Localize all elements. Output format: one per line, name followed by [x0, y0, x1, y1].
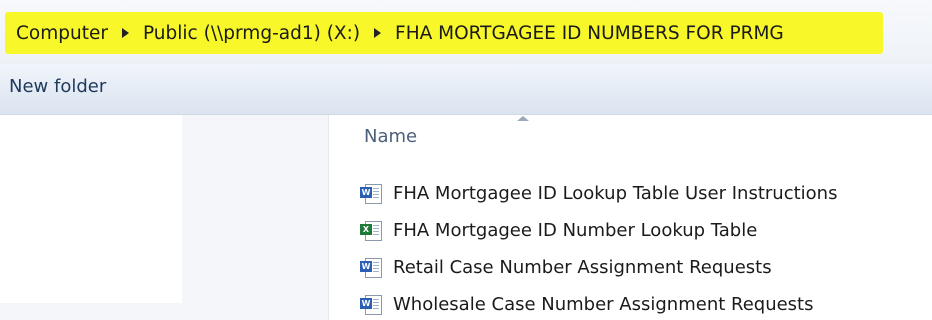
sort-ascending-icon: [517, 116, 529, 121]
file-list: W FHA Mortgagee ID Lookup Table User Ins…: [360, 175, 837, 320]
breadcrumb-current-folder[interactable]: FHA MORTGAGEE ID NUMBERS FOR PRMG: [395, 23, 784, 44]
explorer-window: Computer Public (\\prmg-ad1) (X:) FHA MO…: [0, 0, 932, 320]
word-document-icon: W: [360, 294, 382, 316]
file-name: Wholesale Case Number Assignment Request…: [393, 294, 814, 315]
navigation-pane[interactable]: [0, 115, 182, 303]
file-name: FHA Mortgagee ID Lookup Table User Instr…: [393, 183, 838, 204]
new-folder-button[interactable]: New folder: [9, 76, 106, 97]
column-header-name[interactable]: Name: [364, 126, 417, 147]
breadcrumb-separator-icon[interactable]: [374, 28, 382, 38]
breadcrumb-public-drive[interactable]: Public (\\prmg-ad1) (X:): [143, 23, 360, 44]
navigation-pane-area: [182, 115, 328, 320]
excel-spreadsheet-icon: X: [360, 220, 382, 242]
file-item[interactable]: W FHA Mortgagee ID Lookup Table User Ins…: [360, 175, 837, 212]
file-item[interactable]: W Retail Case Number Assignment Requests: [360, 249, 837, 286]
file-item[interactable]: W Wholesale Case Number Assignment Reque…: [360, 286, 837, 320]
file-name: Retail Case Number Assignment Requests: [393, 257, 772, 278]
navigation-pane-footer: [0, 303, 182, 320]
word-document-icon: W: [360, 257, 382, 279]
command-bar: [0, 64, 932, 115]
breadcrumb[interactable]: Computer Public (\\prmg-ad1) (X:) FHA MO…: [16, 21, 784, 45]
breadcrumb-separator-icon[interactable]: [121, 28, 129, 38]
file-item[interactable]: X FHA Mortgagee ID Number Lookup Table: [360, 212, 837, 249]
word-document-icon: W: [360, 183, 382, 205]
pane-divider[interactable]: [328, 115, 329, 320]
file-name: FHA Mortgagee ID Number Lookup Table: [393, 220, 758, 241]
breadcrumb-computer[interactable]: Computer: [16, 23, 108, 44]
